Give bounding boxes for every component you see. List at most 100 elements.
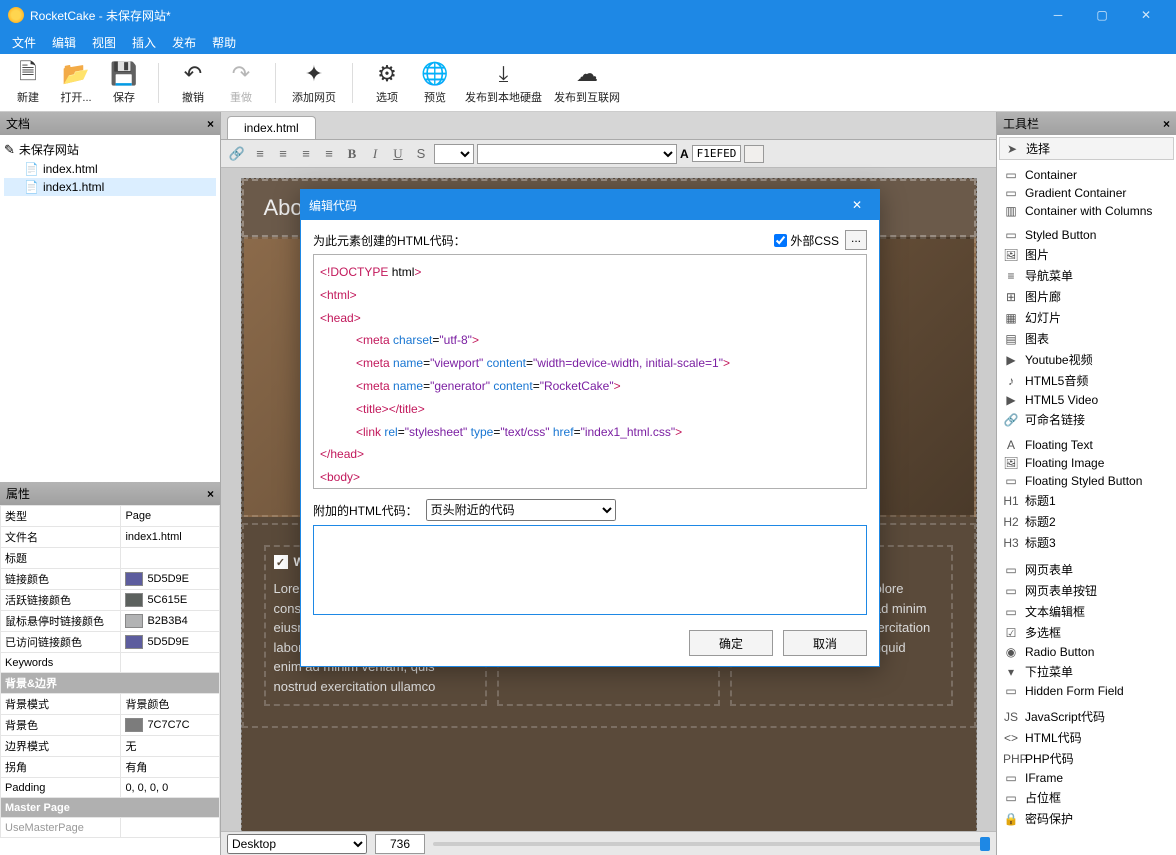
tool-Container with Columns[interactable]: ▥Container with Columns: [999, 202, 1174, 220]
cancel-button[interactable]: 取消: [783, 630, 867, 656]
toolbar-选项[interactable]: ⚙选项: [369, 61, 405, 105]
property-row[interactable]: 背景色7C7C7C: [1, 715, 220, 736]
tool-图表[interactable]: ▤图表: [999, 328, 1174, 349]
tool-label: Gradient Container: [1025, 186, 1126, 200]
property-row[interactable]: Padding0, 0, 0, 0: [1, 778, 220, 798]
menu-帮助[interactable]: 帮助: [204, 31, 244, 54]
toolbox-close-icon[interactable]: ×: [1163, 117, 1170, 131]
tool-Gradient Container[interactable]: ▭Gradient Container: [999, 184, 1174, 202]
tool-JavaScript代码[interactable]: JSJavaScript代码: [999, 706, 1174, 727]
font-size-select[interactable]: [434, 144, 474, 164]
menu-编辑[interactable]: 编辑: [44, 31, 84, 54]
tool-导航菜单[interactable]: ≡导航菜单: [999, 265, 1174, 286]
tool-Floating Text[interactable]: AFloating Text: [999, 436, 1174, 454]
generated-code-box[interactable]: <!DOCTYPE html><html><head><meta charset…: [313, 254, 867, 489]
underline-button[interactable]: U: [388, 144, 408, 164]
toolbar-添加网页[interactable]: ✦添加网页: [292, 61, 336, 105]
property-row[interactable]: 活跃链接颜色5C615E: [1, 590, 220, 611]
tool-网页表单[interactable]: ▭网页表单: [999, 559, 1174, 580]
tool-图片[interactable]: 🖼图片: [999, 244, 1174, 265]
tool-IFrame[interactable]: ▭IFrame: [999, 769, 1174, 787]
align-left-icon[interactable]: ≡: [250, 144, 270, 164]
tool-HTML代码[interactable]: <>HTML代码: [999, 727, 1174, 748]
tool-幻灯片[interactable]: ▦幻灯片: [999, 307, 1174, 328]
tool-HTML5音频[interactable]: ♪HTML5音频: [999, 370, 1174, 391]
text-color-icon[interactable]: A: [680, 147, 689, 161]
tool-Styled Button[interactable]: ▭Styled Button: [999, 226, 1174, 244]
tool-图片廊[interactable]: ⊞图片廊: [999, 286, 1174, 307]
width-input[interactable]: [375, 834, 425, 854]
tool-文本编辑框[interactable]: ▭文本编辑框: [999, 601, 1174, 622]
tool-密码保护[interactable]: 🔒密码保护: [999, 808, 1174, 829]
close-button[interactable]: ✕: [1124, 1, 1168, 29]
toolbar-发布到互联网[interactable]: ☁发布到互联网: [554, 61, 620, 105]
toolbar-发布到本地硬盘[interactable]: ⤓发布到本地硬盘: [465, 61, 542, 105]
toolbar-重做[interactable]: ↷重做: [223, 61, 259, 105]
tool-下拉菜单[interactable]: ▾下拉菜单: [999, 661, 1174, 682]
link-icon[interactable]: 🔗: [227, 144, 247, 164]
italic-button[interactable]: I: [365, 144, 385, 164]
toolbar-打开...[interactable]: 📂打开...: [58, 61, 94, 105]
maximize-button[interactable]: ▢: [1080, 1, 1124, 29]
property-row[interactable]: UseMasterPage: [1, 818, 220, 838]
menu-插入[interactable]: 插入: [124, 31, 164, 54]
font-family-select[interactable]: [477, 144, 677, 164]
tool-Container[interactable]: ▭Container: [999, 166, 1174, 184]
tool-可命名链接[interactable]: 🔗可命名链接: [999, 409, 1174, 430]
property-row[interactable]: 鼠标悬停时链接颜色B2B3B4: [1, 611, 220, 632]
tool-select[interactable]: ➤选择: [999, 137, 1174, 160]
tree-file-item[interactable]: 📄index1.html: [4, 178, 216, 196]
strike-button[interactable]: S: [411, 144, 431, 164]
width-slider[interactable]: [433, 842, 990, 846]
ok-button[interactable]: 确定: [689, 630, 773, 656]
property-row[interactable]: Keywords: [1, 653, 220, 673]
dialog-close-button[interactable]: ✕: [843, 195, 871, 215]
bold-button[interactable]: B: [342, 144, 362, 164]
color-swatch[interactable]: [744, 145, 764, 163]
toolbar-预览[interactable]: 🌐预览: [417, 61, 453, 105]
property-row[interactable]: 已访问链接颜色5D5D9E: [1, 632, 220, 653]
tool-占位框[interactable]: ▭占位框: [999, 787, 1174, 808]
device-select[interactable]: Desktop: [227, 834, 367, 854]
additional-code-textarea[interactable]: [313, 525, 867, 615]
tool-HTML5 Video[interactable]: ▶HTML5 Video: [999, 391, 1174, 409]
property-row[interactable]: 边界模式无: [1, 736, 220, 757]
tab-index[interactable]: index.html: [227, 116, 316, 139]
tool-标题2[interactable]: H2标题2: [999, 511, 1174, 532]
tool-Hidden Form Field[interactable]: ▭Hidden Form Field: [999, 682, 1174, 700]
tool-标题1[interactable]: H1标题1: [999, 490, 1174, 511]
toolbar-新建[interactable]: 🗎新建: [10, 61, 46, 105]
tool-Youtube视频[interactable]: ▶Youtube视频: [999, 349, 1174, 370]
code-position-select[interactable]: 页头附近的代码: [426, 499, 616, 521]
tool-网页表单按钮[interactable]: ▭网页表单按钮: [999, 580, 1174, 601]
tree-root-item[interactable]: ✎ 未保存网站: [4, 139, 216, 160]
tree-file-item[interactable]: 📄index.html: [4, 160, 216, 178]
property-row[interactable]: 拐角有角: [1, 757, 220, 778]
tool-PHP代码[interactable]: PHPPHP代码: [999, 748, 1174, 769]
minimize-button[interactable]: ─: [1036, 1, 1080, 29]
more-button[interactable]: ...: [845, 230, 867, 250]
external-css-checkbox[interactable]: 外部CSS: [774, 232, 839, 249]
menu-视图[interactable]: 视图: [84, 31, 124, 54]
tool-标题3[interactable]: H3标题3: [999, 532, 1174, 553]
property-row[interactable]: 标题: [1, 548, 220, 569]
tool-多选框[interactable]: ☑多选框: [999, 622, 1174, 643]
toolbar-撤销[interactable]: ↶撤销: [175, 61, 211, 105]
documents-panel-close-icon[interactable]: ×: [207, 117, 214, 131]
align-center-icon[interactable]: ≡: [273, 144, 293, 164]
toolbar-保存[interactable]: 💾保存: [106, 61, 142, 105]
property-row[interactable]: 链接颜色5D5D9E: [1, 569, 220, 590]
property-row[interactable]: 类型Page: [1, 506, 220, 527]
property-row[interactable]: 文件名index1.html: [1, 527, 220, 548]
align-justify-icon[interactable]: ≡: [319, 144, 339, 164]
property-row[interactable]: 背景模式背景颜色: [1, 694, 220, 715]
tool-Floating Styled Button[interactable]: ▭Floating Styled Button: [999, 472, 1174, 490]
window-title: RocketCake - 未保存网站*: [30, 7, 1036, 24]
align-right-icon[interactable]: ≡: [296, 144, 316, 164]
tool-Floating Image[interactable]: 🖼Floating Image: [999, 454, 1174, 472]
menu-发布[interactable]: 发布: [164, 31, 204, 54]
tool-Radio Button[interactable]: ◉Radio Button: [999, 643, 1174, 661]
properties-panel-close-icon[interactable]: ×: [207, 487, 214, 501]
menu-文件[interactable]: 文件: [4, 31, 44, 54]
dialog-titlebar[interactable]: 编辑代码 ✕: [301, 190, 879, 220]
